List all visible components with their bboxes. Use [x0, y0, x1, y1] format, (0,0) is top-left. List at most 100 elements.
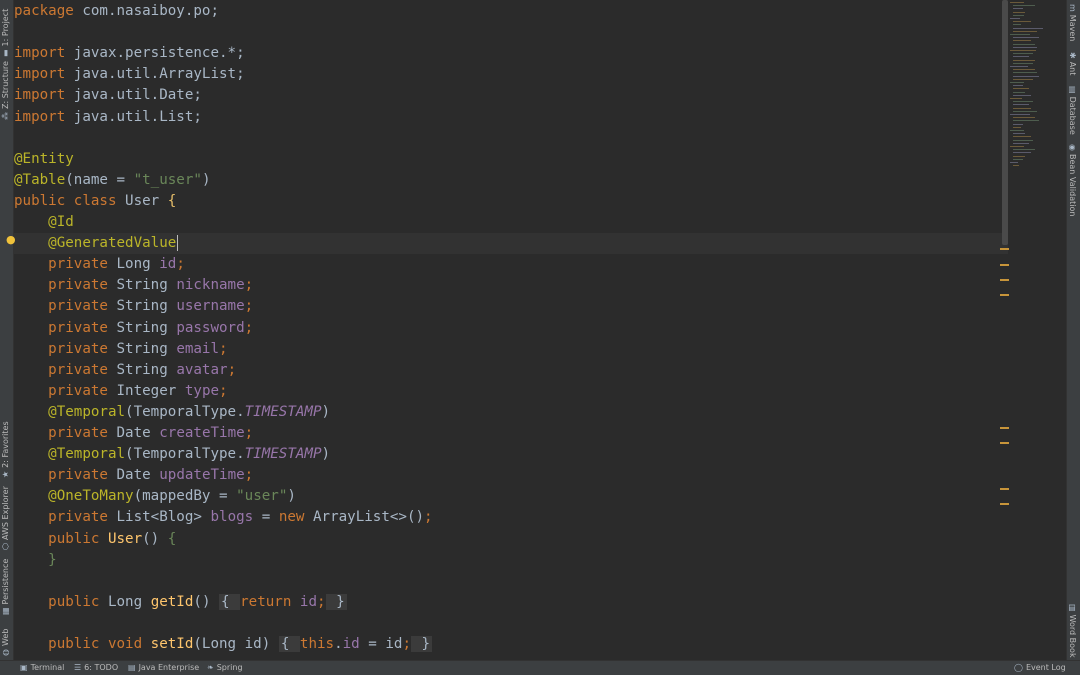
tool-tab-project[interactable]: ▬ 1: Project: [1, 9, 10, 57]
code-line[interactable]: private Date updateTime;: [14, 465, 1008, 486]
error-stripe-marker[interactable]: [1000, 264, 1009, 266]
tool-tab-todo[interactable]: ☰ 6: TODO: [74, 663, 118, 672]
code-line[interactable]: import java.util.ArrayList;: [14, 64, 1008, 85]
tool-tab-label: Persistence: [1, 559, 10, 605]
code-token: public class: [14, 193, 125, 209]
tool-tab-database[interactable]: ▤ Database: [1068, 86, 1077, 135]
code-line[interactable]: private List<Blog> blogs = new ArrayList…: [14, 507, 1008, 528]
code-line[interactable]: import java.util.List;: [14, 107, 1008, 128]
code-line[interactable]: [14, 571, 1008, 592]
minimap-line: [1013, 56, 1029, 57]
code-line[interactable]: private Integer type;: [14, 381, 1008, 402]
folded-region[interactable]: {: [219, 594, 240, 610]
code-line[interactable]: [14, 22, 1008, 43]
code-token: (): [193, 594, 219, 610]
code-line[interactable]: @Entity: [14, 149, 1008, 170]
code-token: (: [65, 172, 74, 188]
tool-tab-label: Maven: [1068, 15, 1077, 42]
tool-tab-word-book[interactable]: ▥ Word Book: [1068, 604, 1077, 658]
code-line[interactable]: @Temporal(TemporalType.TIMESTAMP): [14, 444, 1008, 465]
error-stripe-marker[interactable]: [1000, 503, 1009, 505]
code-line[interactable]: @OneToMany(mappedBy = "user"): [14, 486, 1008, 507]
code-line[interactable]: @GeneratedValue: [14, 233, 1008, 254]
code-line[interactable]: public void setId(Long id) { this.id = i…: [14, 634, 1008, 655]
error-stripe-marker[interactable]: [1000, 488, 1009, 490]
code-token: String: [117, 298, 177, 314]
tool-tab-ant[interactable]: ✱ Ant: [1068, 52, 1077, 75]
minimap-line: [1013, 63, 1033, 64]
minimap-line: [1013, 92, 1025, 93]
code-token: ;: [245, 277, 254, 293]
minimap-line: [1013, 40, 1031, 41]
code-line[interactable]: private String avatar;: [14, 360, 1008, 381]
code-token: private: [48, 320, 116, 336]
code-line[interactable]: [14, 128, 1008, 149]
code-line[interactable]: public Long getId() { return id; }: [14, 592, 1008, 613]
tool-tab-spring[interactable]: ❧ Spring: [207, 663, 243, 672]
code-token: {: [168, 193, 177, 209]
code-token: (TemporalType.: [125, 404, 245, 420]
tool-tab-persistence[interactable]: ▦ Persistence: [1, 559, 10, 615]
editor-scrollbar-thumb[interactable]: [1002, 0, 1008, 245]
tool-tab-java-enterprise[interactable]: ▤ Java Enterprise: [128, 663, 199, 672]
code-line[interactable]: package com.nasaiboy.po;: [14, 1, 1008, 22]
tool-tab-maven[interactable]: m Maven: [1068, 4, 1077, 41]
folded-region[interactable]: {: [279, 636, 300, 652]
folded-region[interactable]: }: [411, 636, 432, 652]
code-token: ;: [402, 636, 411, 652]
code-token: User: [125, 193, 168, 209]
error-stripe-marker[interactable]: [1000, 442, 1009, 444]
code-token: ): [202, 172, 211, 188]
code-line[interactable]: private String nickname;: [14, 275, 1008, 296]
error-stripe-marker[interactable]: [1000, 279, 1009, 281]
code-line[interactable]: @Temporal(TemporalType.TIMESTAMP): [14, 402, 1008, 423]
code-token: [14, 320, 48, 336]
code-token: ): [322, 404, 331, 420]
error-stripe-marker[interactable]: [1000, 427, 1009, 429]
minimap-line: [1013, 140, 1033, 141]
tool-tab-favorites[interactable]: ★ 2: Favorites: [1, 421, 10, 478]
code-token: id: [343, 636, 360, 652]
folder-icon: ▬: [1, 49, 10, 57]
code-line[interactable]: @Table(name = "t_user"): [14, 170, 1008, 191]
code-line[interactable]: }: [14, 550, 1008, 571]
code-line[interactable]: public class User {: [14, 191, 1008, 212]
code-token: TIMESTAMP: [245, 404, 322, 420]
code-line[interactable]: private String password;: [14, 318, 1008, 339]
code-token: [14, 509, 48, 525]
code-token: blogs: [210, 509, 253, 525]
tool-tab-web[interactable]: ◍ Web: [1, 629, 10, 656]
tool-tab-bean-validation[interactable]: ◉ Bean Validation: [1068, 144, 1077, 216]
code-line[interactable]: private Date createTime;: [14, 423, 1008, 444]
code-token: avatar: [176, 362, 227, 378]
code-token: ;: [245, 425, 254, 441]
code-line[interactable]: @Id: [14, 212, 1008, 233]
code-token: @Temporal: [48, 404, 125, 420]
code-token: User: [108, 531, 142, 547]
error-stripe-marker[interactable]: [1000, 248, 1009, 250]
code-line[interactable]: private Long id;: [14, 254, 1008, 275]
code-line[interactable]: import javax.persistence.*;: [14, 43, 1008, 64]
minimap-line: [1013, 72, 1037, 73]
code-minimap[interactable]: [1010, 2, 1066, 172]
code-line[interactable]: private String email;: [14, 339, 1008, 360]
code-token: [14, 446, 48, 462]
tool-tab-structure[interactable]: ⁂ Z: Structure: [1, 61, 10, 120]
intention-bulb-icon[interactable]: ●: [6, 233, 16, 247]
code-token: this: [300, 636, 334, 652]
folded-region[interactable]: }: [326, 594, 347, 610]
code-line[interactable]: public User() {: [14, 529, 1008, 550]
minimap-line: [1010, 18, 1020, 19]
code-token: [14, 298, 48, 314]
tool-tab-terminal[interactable]: ▣ Terminal: [20, 663, 64, 672]
code-token: private: [48, 467, 116, 483]
event-log-button[interactable]: ◯ Event Log: [1014, 663, 1066, 672]
code-line[interactable]: [14, 613, 1008, 634]
code-token: [14, 531, 48, 547]
code-editor[interactable]: package com.nasaiboy.po; import javax.per…: [14, 0, 1008, 661]
code-line[interactable]: import java.util.Date;: [14, 85, 1008, 106]
code-line[interactable]: private String username;: [14, 296, 1008, 317]
error-stripe-marker[interactable]: [1000, 294, 1009, 296]
tool-tab-aws-explorer[interactable]: ⬡ AWS Explorer: [1, 486, 10, 550]
code-token: private: [48, 298, 116, 314]
